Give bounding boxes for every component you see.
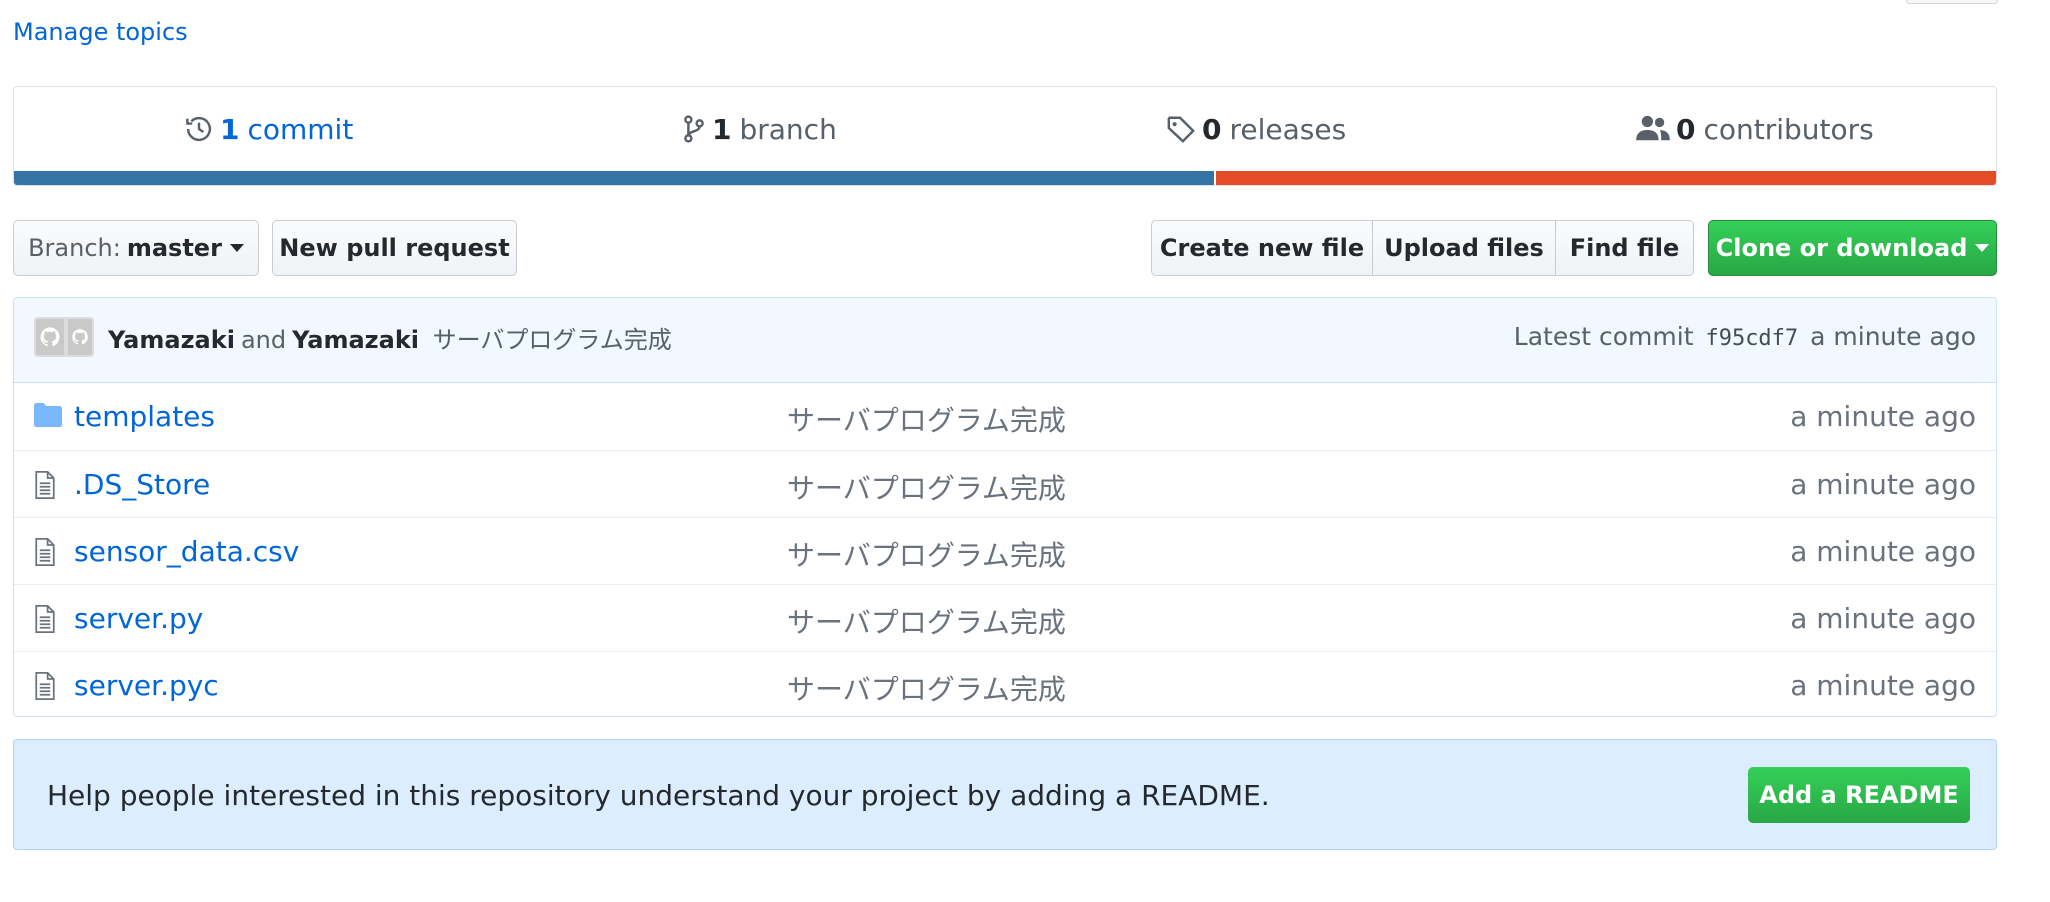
- readme-prompt-text: Help people interested in this repositor…: [47, 779, 1270, 812]
- file-icon: [34, 471, 56, 503]
- file-age: a minute ago: [1790, 602, 1976, 635]
- create-new-file-button[interactable]: Create new file: [1151, 220, 1373, 276]
- and-text: and: [240, 326, 287, 354]
- releases-link[interactable]: 0 releases: [1166, 109, 1346, 149]
- commit-count: 1: [220, 112, 240, 146]
- branch-count: 1: [712, 112, 732, 146]
- branch-name: master: [126, 234, 222, 262]
- contributor-count: 0: [1676, 112, 1696, 146]
- find-file-button[interactable]: Find file: [1556, 220, 1694, 276]
- commit-meta: Latest commit f95cdf7 a minute ago: [1514, 322, 1976, 351]
- commit-sha-link[interactable]: f95cdf7: [1705, 326, 1798, 351]
- branch-select-button[interactable]: Branch: master: [13, 220, 259, 276]
- file-table: Yamazaki and Yamazaki サーバプログラム完成 Latest co…: [13, 297, 1997, 717]
- language-segment[interactable]: [14, 171, 1214, 185]
- contributor-label: contributors: [1703, 112, 1874, 146]
- file-commit-message[interactable]: サーバプログラム完成: [787, 534, 1066, 574]
- tag-icon: [1166, 114, 1196, 144]
- commits-link[interactable]: 1 commit: [184, 109, 353, 149]
- commit-age: a minute ago: [1810, 322, 1976, 351]
- release-label: releases: [1229, 112, 1347, 146]
- release-count: 0: [1202, 112, 1222, 146]
- author-link[interactable]: Yamazaki: [108, 326, 235, 354]
- file-row: .DS_Store サーバプログラム完成 a minute ago: [14, 450, 1996, 517]
- manage-topics-link[interactable]: Manage topics: [13, 18, 188, 46]
- branch-label: branch: [739, 112, 837, 146]
- avatar[interactable]: [34, 317, 66, 357]
- file-row: templates サーバプログラム完成 a minute ago: [14, 383, 1996, 450]
- branches-link[interactable]: 1 branch: [682, 109, 837, 149]
- file-name-link[interactable]: .DS_Store: [74, 468, 210, 501]
- folder-icon: [34, 403, 62, 431]
- file-icon: [34, 538, 56, 570]
- commit-authors: Yamazaki and Yamazaki サーバプログラム完成: [108, 320, 672, 355]
- file-commit-message[interactable]: サーバプログラム完成: [787, 399, 1066, 439]
- clone-label: Clone or download: [1715, 234, 1968, 262]
- new-pull-request-button[interactable]: New pull request: [272, 220, 517, 276]
- file-row: sensor_data.csv サーバプログラム完成 a minute ago: [14, 517, 1996, 584]
- people-icon: [1636, 114, 1670, 144]
- partial-button[interactable]: [1906, 0, 1998, 4]
- file-commit-message[interactable]: サーバプログラム完成: [787, 467, 1066, 507]
- avatar-stack: [34, 317, 94, 357]
- commit-label: commit: [247, 112, 354, 146]
- caret-down-icon: [229, 244, 244, 252]
- file-name-link[interactable]: server.pyc: [74, 669, 219, 702]
- file-name-link[interactable]: templates: [74, 400, 215, 433]
- add-readme-button[interactable]: Add a README: [1748, 767, 1970, 823]
- file-row: server.pyc サーバプログラム完成 a minute ago: [14, 651, 1996, 716]
- file-age: a minute ago: [1790, 400, 1976, 433]
- language-bar[interactable]: [14, 171, 1996, 185]
- file-commit-message[interactable]: サーバプログラム完成: [787, 668, 1066, 708]
- file-age: a minute ago: [1790, 535, 1976, 568]
- file-icon: [34, 605, 56, 637]
- branch-icon: [682, 114, 706, 144]
- file-icon: [34, 672, 56, 704]
- branch-prefix: Branch:: [28, 234, 121, 262]
- contributors-link[interactable]: 0 contributors: [1636, 109, 1874, 149]
- repo-summary: 1 commit 1 branch 0 releases 0 contribut…: [13, 86, 1997, 186]
- readme-prompt: Help people interested in this repositor…: [13, 739, 1997, 850]
- file-commit-message[interactable]: サーバプログラム完成: [787, 601, 1066, 641]
- clone-or-download-button[interactable]: Clone or download: [1708, 220, 1997, 276]
- file-age: a minute ago: [1790, 669, 1976, 702]
- upload-files-button[interactable]: Upload files: [1373, 220, 1556, 276]
- latest-commit-label: Latest commit: [1513, 322, 1694, 351]
- file-age: a minute ago: [1790, 468, 1976, 501]
- language-segment[interactable]: [1213, 171, 1996, 185]
- latest-commit-bar: Yamazaki and Yamazaki サーバプログラム完成 Latest co…: [14, 298, 1996, 383]
- avatar[interactable]: [66, 317, 94, 357]
- file-row: server.py サーバプログラム完成 a minute ago: [14, 584, 1996, 651]
- commit-message-link[interactable]: サーバプログラム完成: [433, 326, 672, 354]
- caret-down-icon: [1975, 244, 1990, 252]
- file-name-link[interactable]: sensor_data.csv: [74, 535, 299, 568]
- author-link[interactable]: Yamazaki: [292, 326, 419, 354]
- file-name-link[interactable]: server.py: [74, 602, 203, 635]
- history-icon: [184, 114, 214, 144]
